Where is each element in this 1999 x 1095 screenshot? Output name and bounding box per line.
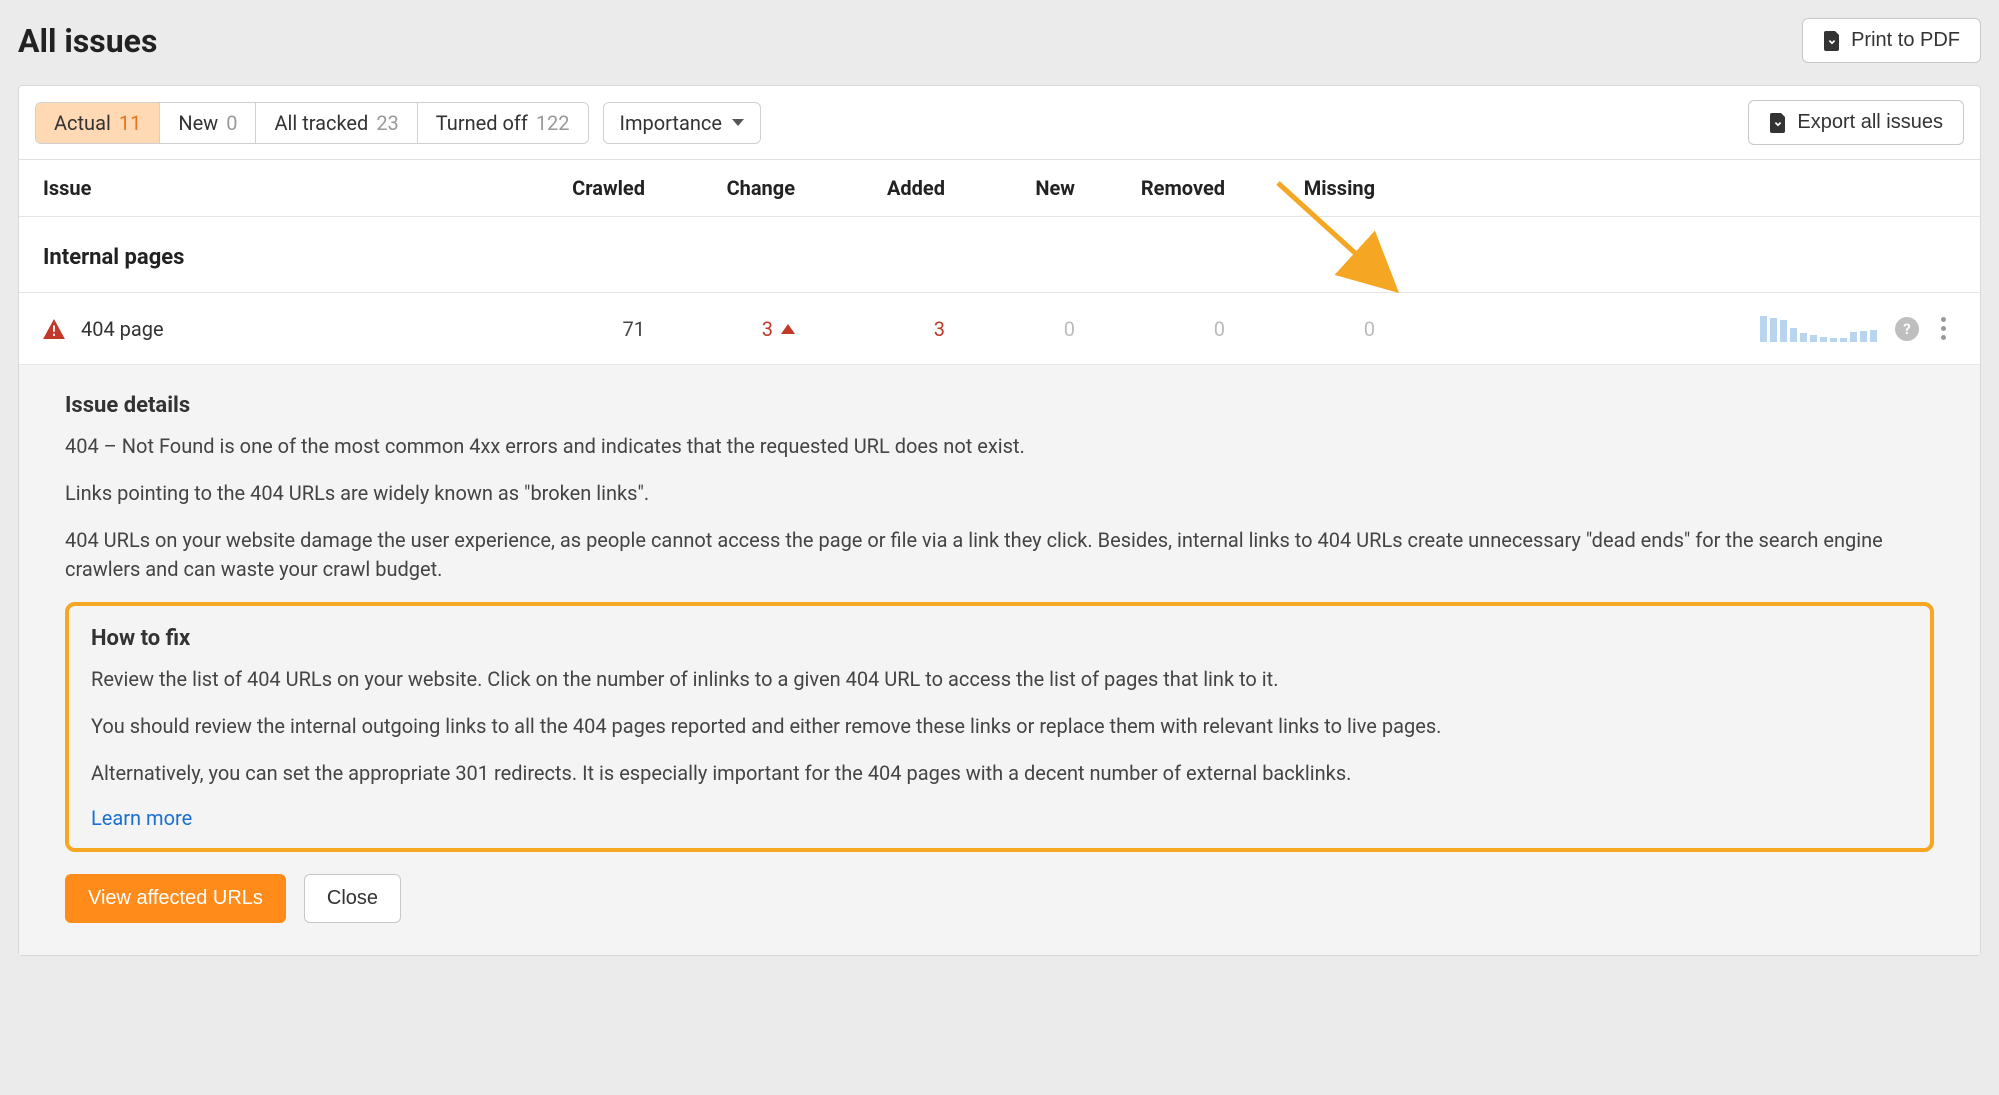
cell-crawled: 71 bbox=[513, 317, 663, 341]
cell-missing: 0 bbox=[1243, 317, 1393, 341]
col-new: New bbox=[963, 176, 1093, 200]
issue-name: 404 page bbox=[81, 317, 164, 341]
view-affected-urls-button[interactable]: View affected URLs bbox=[65, 874, 286, 923]
filter-tab-new[interactable]: New 0 bbox=[160, 103, 256, 143]
how-to-fix-box: How to fix Review the list of 404 URLs o… bbox=[65, 602, 1934, 852]
filter-tab-label: Actual bbox=[54, 111, 111, 135]
how-to-fix-title: How to fix bbox=[91, 626, 1908, 651]
pdf-download-icon bbox=[1823, 31, 1841, 51]
filter-tab-label: All tracked bbox=[274, 111, 368, 135]
sort-dropdown-label: Importance bbox=[620, 111, 722, 135]
cell-added: 3 bbox=[813, 317, 963, 341]
details-paragraph: Links pointing to the 404 URLs are widel… bbox=[65, 479, 1934, 508]
filter-tab-actual[interactable]: Actual 11 bbox=[36, 103, 160, 143]
col-issue: Issue bbox=[43, 176, 513, 200]
filter-tab-count: 23 bbox=[376, 111, 398, 135]
filter-tab-label: New bbox=[178, 111, 218, 135]
col-added: Added bbox=[813, 176, 963, 200]
warning-triangle-icon bbox=[43, 319, 65, 339]
export-all-button[interactable]: Export all issues bbox=[1748, 100, 1964, 145]
export-download-icon bbox=[1769, 113, 1787, 133]
fix-paragraph: You should review the internal outgoing … bbox=[91, 712, 1908, 741]
page-title: All issues bbox=[18, 22, 157, 60]
col-change: Change bbox=[663, 176, 813, 200]
filter-tabs: Actual 11 New 0 All tracked 23 Turned off 122 bbox=[35, 102, 589, 144]
close-button[interactable]: Close bbox=[304, 874, 401, 923]
cell-new: 0 bbox=[963, 317, 1093, 341]
fix-paragraph: Review the list of 404 URLs on your webs… bbox=[91, 665, 1908, 694]
filter-tab-all-tracked[interactable]: All tracked 23 bbox=[256, 103, 417, 143]
col-missing: Missing bbox=[1243, 176, 1393, 200]
learn-more-link[interactable]: Learn more bbox=[91, 806, 192, 830]
issue-row-404[interactable]: 404 page 71 3 3 0 0 0 ? bbox=[19, 293, 1980, 365]
print-pdf-label: Print to PDF bbox=[1851, 29, 1960, 52]
issue-details-panel: Issue details 404 – Not Found is one of … bbox=[19, 365, 1980, 955]
filter-tab-count: 11 bbox=[119, 111, 141, 135]
row-menu-button[interactable] bbox=[1937, 313, 1950, 344]
issue-details-title: Issue details bbox=[65, 393, 1934, 418]
toolbar: Actual 11 New 0 All tracked 23 Turned off 122 I… bbox=[19, 86, 1980, 160]
details-paragraph: 404 URLs on your website damage the user… bbox=[65, 526, 1934, 584]
export-all-label: Export all issues bbox=[1797, 111, 1943, 134]
fix-paragraph: Alternatively, you can set the appropria… bbox=[91, 759, 1908, 788]
chevron-down-icon bbox=[732, 119, 744, 126]
sort-dropdown[interactable]: Importance bbox=[603, 102, 761, 144]
col-removed: Removed bbox=[1093, 176, 1243, 200]
print-pdf-button[interactable]: Print to PDF bbox=[1802, 18, 1981, 63]
filter-tab-count: 122 bbox=[536, 111, 570, 135]
filter-tab-turned-off[interactable]: Turned off 122 bbox=[418, 103, 588, 143]
filter-tab-count: 0 bbox=[226, 111, 237, 135]
cell-removed: 0 bbox=[1093, 317, 1243, 341]
sparkline-chart bbox=[1760, 316, 1877, 342]
table-header-row: Issue Crawled Change Added New Removed M… bbox=[19, 160, 1980, 217]
arrow-up-icon bbox=[781, 324, 795, 334]
cell-change: 3 bbox=[762, 317, 773, 341]
filter-tab-label: Turned off bbox=[436, 111, 528, 135]
col-crawled: Crawled bbox=[513, 176, 663, 200]
help-icon[interactable]: ? bbox=[1895, 317, 1919, 341]
details-paragraph: 404 – Not Found is one of the most commo… bbox=[65, 432, 1934, 461]
group-internal-pages: Internal pages bbox=[19, 217, 1980, 293]
